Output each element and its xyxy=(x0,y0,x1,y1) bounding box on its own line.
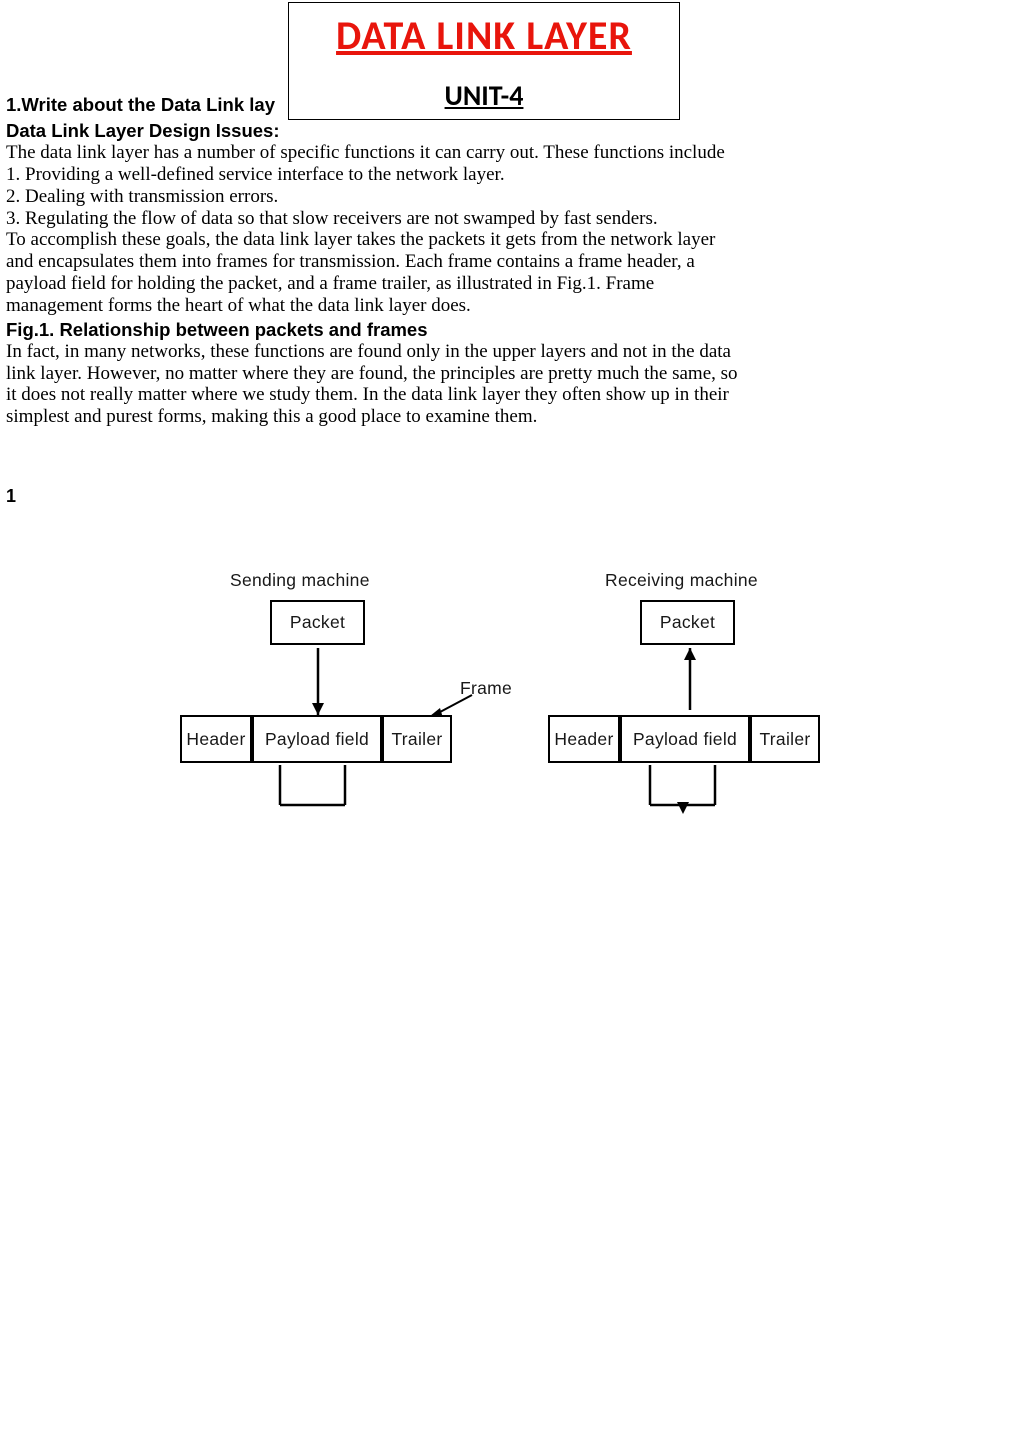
section-heading: Data Link Layer Design Issues: xyxy=(6,120,1014,142)
body-text: To accomplish these goals, the data link… xyxy=(6,229,1014,251)
figure-heading: Fig.1. Relationship between packets and … xyxy=(6,319,1014,341)
body-text: link layer. However, no matter where the… xyxy=(6,363,1014,385)
page-number: 1 xyxy=(6,486,1014,507)
body-text: 2. Dealing with transmission errors. xyxy=(6,186,1014,208)
body-text: The data link layer has a number of spec… xyxy=(6,142,1014,164)
body-text: payload field for holding the packet, an… xyxy=(6,273,1014,295)
title-box: DATA LINK LAYER UNIT-4 xyxy=(288,2,680,120)
diagram-label-receiving: Receiving machine xyxy=(605,570,758,591)
diagram-header-right: Header xyxy=(554,729,613,750)
figure-diagram: Sending machine Receiving machine Packet… xyxy=(150,560,870,850)
body-text: and encapsulates them into frames for tr… xyxy=(6,251,1014,273)
body-text: management forms the heart of what the d… xyxy=(6,295,1014,317)
body-text: 1. Providing a well-defined service inte… xyxy=(6,164,1014,186)
main-title: DATA LINK LAYER xyxy=(289,11,679,60)
diagram-label-sending: Sending machine xyxy=(230,570,370,591)
body-text: simplest and purest forms, making this a… xyxy=(6,406,1014,428)
body-text: 3. Regulating the flow of data so that s… xyxy=(6,208,1014,230)
body-text: it does not really matter where we study… xyxy=(6,384,1014,406)
body-text: In fact, in many networks, these functio… xyxy=(6,341,1014,363)
diagram-trailer-left: Trailer xyxy=(391,729,442,750)
diagram-frame-label: Frame xyxy=(460,678,512,699)
diagram-payload-right: Payload field xyxy=(633,729,737,750)
diagram-header-left: Header xyxy=(186,729,245,750)
diagram-packet-right: Packet xyxy=(660,612,715,633)
diagram-svg xyxy=(150,560,870,850)
unit-label: UNIT-4 xyxy=(289,78,679,113)
diagram-trailer-right: Trailer xyxy=(759,729,810,750)
diagram-packet-left: Packet xyxy=(290,612,345,633)
diagram-payload-left: Payload field xyxy=(265,729,369,750)
